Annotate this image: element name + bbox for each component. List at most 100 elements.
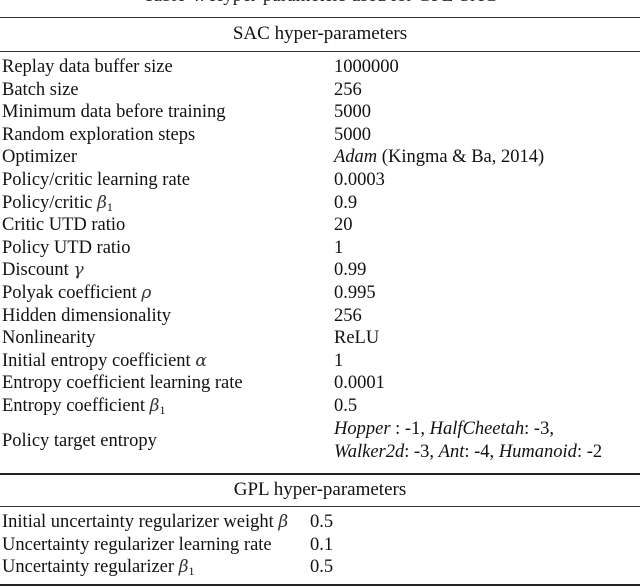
table-row: Nonlinearity ReLU [0, 327, 640, 350]
table-row: Replay data buffer size 1000000 [0, 56, 640, 79]
param-value-text: 256 [334, 79, 362, 100]
param-value: 256 [334, 79, 362, 101]
param-label: Batch size [2, 79, 79, 100]
param-value: 1000000 [334, 56, 399, 78]
table-row: Discount γ 0.99 [0, 259, 640, 282]
math-symbol: β [97, 192, 107, 213]
param-value-text: 0.99 [334, 260, 367, 281]
table-row: Entropy coefficient learning rate 0.0001 [0, 372, 640, 395]
param-name: Policy/critic learning rate [2, 169, 190, 191]
param-label: Hidden dimensionality [2, 305, 172, 326]
math-symbol: β [149, 395, 160, 416]
section-divider-rule [0, 473, 640, 475]
param-value: 0.0001 [334, 372, 385, 394]
param-value-text: 0.5 [310, 512, 334, 532]
param-value: Adam (Kingma & Ba, 2014) [334, 146, 544, 168]
param-value-text: 1000000 [334, 57, 399, 77]
param-value: 0.5 [310, 556, 333, 578]
env-target-value: : -3, [524, 418, 554, 439]
table-row: Optimizer Adam (Kingma & Ba, 2014) [0, 146, 640, 169]
param-value-text: ReLU [334, 328, 380, 349]
param-value-text: 0.0003 [334, 169, 385, 190]
table-row: Initial entropy coefficient α 1 [0, 350, 640, 373]
math-symbol: β [278, 512, 289, 532]
param-label: Critic UTD ratio [2, 215, 126, 236]
env-target-value: : -4, [464, 441, 499, 462]
math-symbol: α [195, 350, 207, 371]
math-subscript: 1 [159, 402, 166, 417]
param-value-text: 1 [334, 350, 344, 371]
param-value-text: 5000 [334, 102, 371, 123]
param-name: Entropy coefficient β1 [2, 395, 165, 417]
param-name: Optimizer [2, 146, 77, 168]
param-value-text: 0.0001 [334, 373, 385, 394]
table-row: Minimum data before training 5000 [0, 101, 640, 124]
param-label: Nonlinearity [2, 328, 96, 349]
env-name: Humanoid [498, 441, 577, 462]
env-name: HalfCheetah [429, 418, 525, 439]
param-label: Policy/critic [2, 192, 98, 213]
param-value-text: (Kingma & Ba, 2014) [377, 147, 545, 168]
param-label: Entropy coefficient learning rate [2, 373, 243, 394]
gpl-rows: Initial uncertainty regularizer weight β… [0, 511, 640, 579]
table-row: Uncertainty regularizer β1 0.5 [0, 556, 640, 579]
math-symbol: β [178, 557, 189, 578]
param-name: Replay data buffer size [2, 56, 173, 78]
param-label: Initial entropy coefficient [2, 350, 196, 371]
table-row-target-entropy: Policy target entropy Hopper : -1, HalfCh… [0, 418, 640, 464]
param-label: Polyak coefficient [2, 282, 142, 303]
top-rule [0, 17, 640, 18]
param-name: Initial entropy coefficient α [2, 350, 207, 372]
sac-header-rule [0, 51, 640, 52]
param-value: 0.995 [334, 282, 376, 304]
math-symbol: ρ [141, 282, 152, 303]
param-name: Entropy coefficient learning rate [2, 372, 243, 394]
env-target-value: : -1, [390, 418, 430, 439]
math-subscript: 1 [188, 564, 195, 579]
bottom-rule [0, 584, 640, 586]
param-value: 5000 [334, 101, 371, 123]
table-row: Entropy coefficient β1 0.5 [0, 395, 640, 418]
param-value-italic: Adam [334, 147, 378, 168]
table-row: Random exploration steps 5000 [0, 124, 640, 147]
param-name: Policy/critic β1 [2, 192, 113, 214]
param-name: Minimum data before training [2, 101, 225, 123]
param-name: Hidden dimensionality [2, 305, 171, 327]
param-value-text: 1 [334, 237, 344, 258]
table-row: Policy UTD ratio 1 [0, 237, 640, 260]
param-value: 0.1 [310, 534, 333, 556]
env-target-value: : -3, [404, 441, 439, 462]
param-value-text: 20 [334, 215, 353, 236]
param-label: Policy/critic learning rate [2, 169, 191, 190]
param-value: 5000 [334, 124, 371, 146]
param-name: Critic UTD ratio [2, 214, 125, 236]
param-name: Uncertainty regularizer β1 [2, 556, 195, 578]
table-row: Polyak coefficient ρ 0.995 [0, 282, 640, 305]
param-name: Polyak coefficient ρ [2, 282, 151, 304]
table-row: Batch size 256 [0, 79, 640, 102]
param-value: 0.0003 [334, 169, 385, 191]
table-row: Hidden dimensionality 256 [0, 305, 640, 328]
math-subscript: 1 [106, 199, 113, 214]
param-value-text: 0.995 [334, 282, 376, 303]
env-target-value: : -2 [576, 441, 603, 462]
param-value: 0.9 [334, 192, 357, 214]
param-label: Minimum data before training [2, 102, 226, 123]
env-name: Ant [438, 441, 465, 462]
math-symbol: γ [73, 260, 84, 281]
param-label: Policy target entropy [2, 430, 157, 451]
table-row: Critic UTD ratio 20 [0, 214, 640, 237]
param-value-text: 0.9 [334, 192, 358, 213]
param-label: Optimizer [2, 147, 78, 168]
param-label: Uncertainty regularizer [2, 557, 179, 578]
table-caption: Table 4: Hyper-parameters used for GPL-S… [0, 0, 640, 6]
param-value: 1 [334, 350, 343, 372]
param-value-text: 5000 [334, 124, 371, 145]
param-name: Uncertainty regularizer learning rate [2, 534, 272, 556]
env-name: Walker2d [334, 441, 405, 462]
param-value: 0.5 [334, 395, 357, 417]
param-label: Entropy coefficient [2, 395, 150, 416]
param-name: Batch size [2, 79, 79, 101]
table-row: Policy/critic β1 0.9 [0, 192, 640, 215]
param-label: Replay data buffer size [2, 57, 173, 77]
